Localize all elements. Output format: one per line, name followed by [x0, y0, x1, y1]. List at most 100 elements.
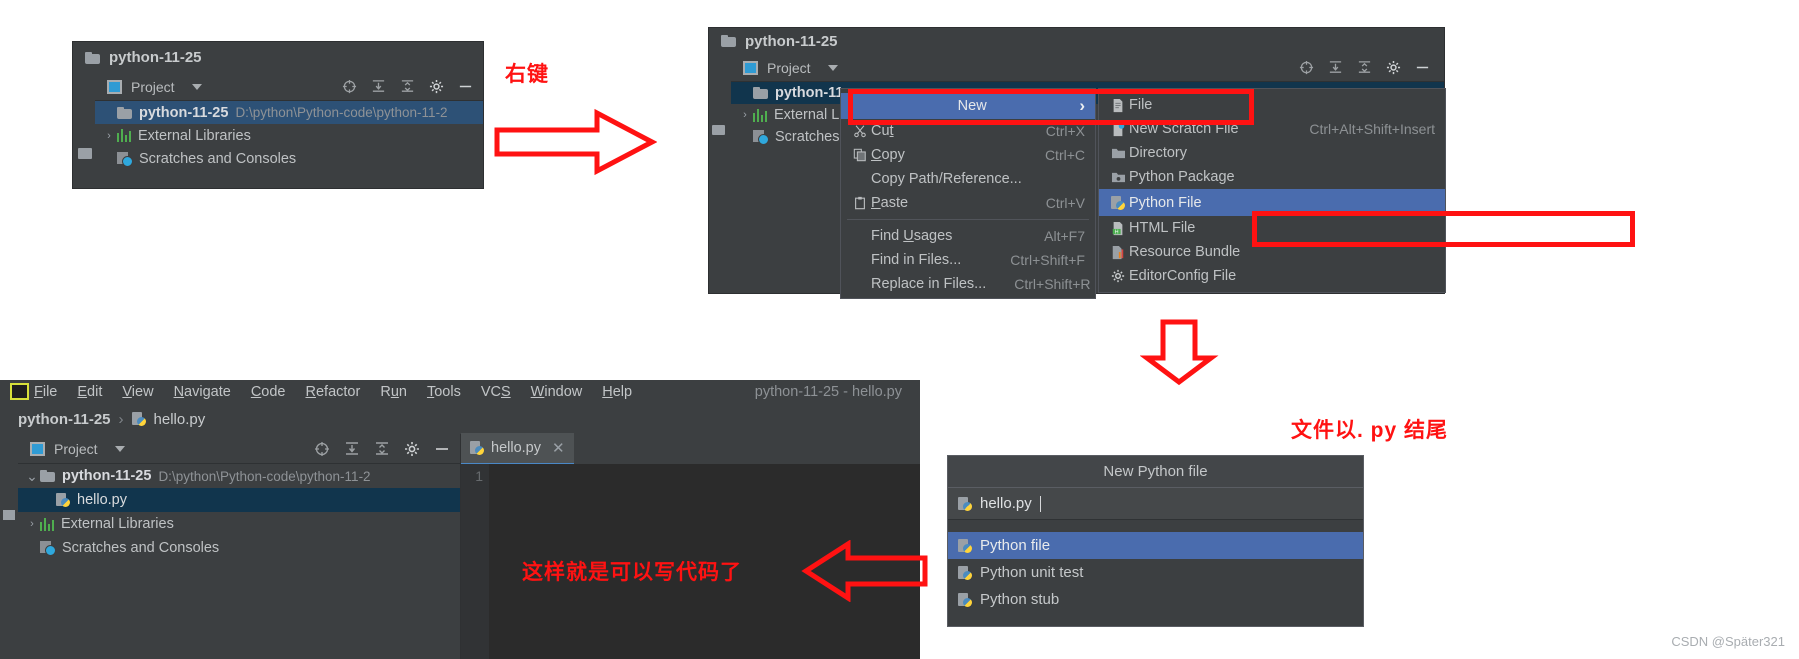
tree-row-external-libraries[interactable]: › External Libraries	[18, 512, 460, 536]
context-menu-item-find-in-files[interactable]: Find in Files... Ctrl+Shift+F	[841, 248, 1095, 272]
menu-item-label: Copy	[871, 147, 905, 163]
breadcrumb-project[interactable]: python-11-25	[18, 411, 111, 428]
new-python-file-dialog: New Python file hello.py Python file Pyt…	[947, 455, 1364, 627]
menu-item-accel: Ctrl+X	[1045, 123, 1085, 139]
menu-file[interactable]: File	[34, 384, 57, 400]
ide-logo-icon	[10, 383, 29, 400]
svg-text:H: H	[1115, 229, 1119, 235]
editor-tab-hello-py[interactable]: hello.py ✕	[461, 433, 574, 465]
tree-row-external-libraries[interactable]: › External Libraries	[95, 124, 483, 147]
submenu-item-editorconfig-file[interactable]: EditorConfig File	[1099, 264, 1445, 288]
chevron-down-icon[interactable]: ⌄	[24, 468, 40, 485]
menu-vcs[interactable]: VCS	[481, 384, 511, 400]
bottom-ide-window: File Edit View Navigate Code Refactor Ru…	[0, 380, 920, 659]
chevron-down-icon[interactable]	[114, 445, 125, 452]
menu-edit[interactable]: Edit	[77, 384, 102, 400]
close-icon[interactable]: ✕	[552, 439, 565, 457]
breadcrumb-file[interactable]: hello.py	[154, 411, 206, 428]
locate-icon[interactable]	[342, 79, 357, 94]
gear-icon[interactable]	[404, 441, 420, 457]
locate-icon[interactable]	[314, 441, 330, 457]
dialog-option-label: Python unit test	[980, 564, 1084, 581]
python-file-icon	[958, 592, 972, 607]
menu-navigate[interactable]: Navigate	[174, 384, 231, 400]
menu-item-accel: Ctrl+Shift+R	[1014, 276, 1091, 292]
minimize-icon[interactable]	[458, 79, 473, 94]
python-file-icon	[958, 496, 972, 511]
folder-icon	[721, 35, 736, 47]
menu-item-label: Copy Path/Reference...	[871, 171, 1022, 187]
tree-label: hello.py	[77, 492, 127, 508]
highlight-box-new	[848, 89, 1254, 125]
text-cursor	[1039, 495, 1042, 512]
dialog-option-label: Python file	[980, 537, 1051, 554]
expand-all-icon[interactable]	[1328, 60, 1343, 75]
menu-run[interactable]: Run	[380, 384, 407, 400]
dialog-filename-input[interactable]: hello.py	[948, 487, 1363, 520]
menu-item-label: Find Usages	[871, 228, 953, 244]
dialog-title: New Python file	[948, 456, 1363, 487]
context-menu-item-copy[interactable]: Copy Ctrl+C	[841, 143, 1095, 167]
tree-label: python-11-25	[139, 104, 229, 121]
minimize-icon[interactable]	[434, 441, 450, 457]
folder-icon	[85, 51, 100, 64]
scratches-icon	[117, 151, 133, 167]
chevron-down-icon[interactable]	[827, 64, 838, 71]
python-file-icon	[958, 538, 972, 553]
context-menu-item-paste[interactable]: Paste Ctrl+V	[841, 191, 1095, 215]
collapse-all-icon[interactable]	[1357, 60, 1372, 75]
top-right-panel-left-stub	[709, 54, 731, 293]
dialog-spacer	[948, 520, 1363, 532]
expand-all-icon[interactable]	[344, 441, 360, 457]
python-file-icon	[958, 565, 972, 580]
top-left-ide-panel: python-11-25 Project Project	[73, 42, 483, 188]
submenu-item-python-package[interactable]: Python Package	[1099, 165, 1445, 189]
dialog-option-python-file[interactable]: Python file	[948, 532, 1363, 559]
minimize-icon[interactable]	[1415, 60, 1430, 75]
menu-item-label: Find in Files...	[871, 252, 962, 268]
context-menu-item-copy-path[interactable]: Copy Path/Reference...	[841, 167, 1095, 191]
menu-code[interactable]: Code	[251, 384, 286, 400]
top-left-titlebar: python-11-25	[73, 42, 483, 73]
copy-icon	[849, 148, 871, 162]
chevron-right-icon[interactable]: ›	[24, 518, 40, 530]
menu-tools[interactable]: Tools	[427, 384, 461, 400]
dialog-option-python-stub[interactable]: Python stub	[948, 586, 1363, 613]
menu-window[interactable]: Window	[531, 384, 583, 400]
menu-item-label: Python File	[1129, 194, 1202, 211]
tree-row-scratches[interactable]: Scratches and Consoles	[18, 536, 460, 560]
tree-row-project[interactable]: python-11-25 D:\python\Python-code\pytho…	[95, 101, 483, 124]
expand-all-icon[interactable]	[371, 79, 386, 94]
gear-icon[interactable]	[1386, 60, 1401, 75]
scratches-icon	[753, 130, 769, 145]
context-menu-item-find-usages[interactable]: Find Usages Alt+F7	[841, 224, 1095, 248]
html-file-icon: H	[1107, 221, 1129, 236]
project-tree: python-11-25 D:\python\Python-code\pytho…	[95, 101, 483, 170]
collapse-all-icon[interactable]	[400, 79, 415, 94]
top-left-stub-folder-icon	[78, 148, 92, 159]
chevron-right-icon[interactable]: ›	[737, 109, 753, 121]
chevron-right-icon[interactable]: ›	[101, 130, 117, 142]
project-window-icon	[30, 441, 45, 456]
menu-view[interactable]: View	[122, 384, 153, 400]
submenu-item-directory[interactable]: Directory	[1099, 141, 1445, 165]
locate-icon[interactable]	[1299, 60, 1314, 75]
tree-row-scratches[interactable]: Scratches and Consoles	[95, 147, 483, 170]
collapse-all-icon[interactable]	[374, 441, 390, 457]
tree-row-project[interactable]: ⌄ python-11-25 D:\python\Python-code\pyt…	[18, 464, 460, 488]
toolwindow-action-icons	[314, 441, 460, 457]
gear-icon[interactable]	[429, 79, 444, 94]
editorconfig-icon	[1107, 269, 1129, 283]
libraries-icon	[40, 517, 54, 531]
project-window-icon	[743, 60, 758, 75]
project-toolwindow-header: Project	[95, 73, 483, 101]
menu-refactor[interactable]: Refactor	[306, 384, 361, 400]
watermark: CSDN @Später321	[1671, 634, 1785, 649]
project-tree: ⌄ python-11-25 D:\python\Python-code\pyt…	[18, 464, 460, 560]
context-menu-item-replace-in-files[interactable]: Replace in Files... Ctrl+Shift+R	[841, 272, 1095, 296]
menu-help[interactable]: Help	[602, 384, 632, 400]
dialog-option-python-unit-test[interactable]: Python unit test	[948, 559, 1363, 586]
python-file-icon	[56, 493, 70, 507]
chevron-down-icon[interactable]	[191, 83, 202, 90]
tree-row-hello-py[interactable]: hello.py	[18, 488, 460, 512]
